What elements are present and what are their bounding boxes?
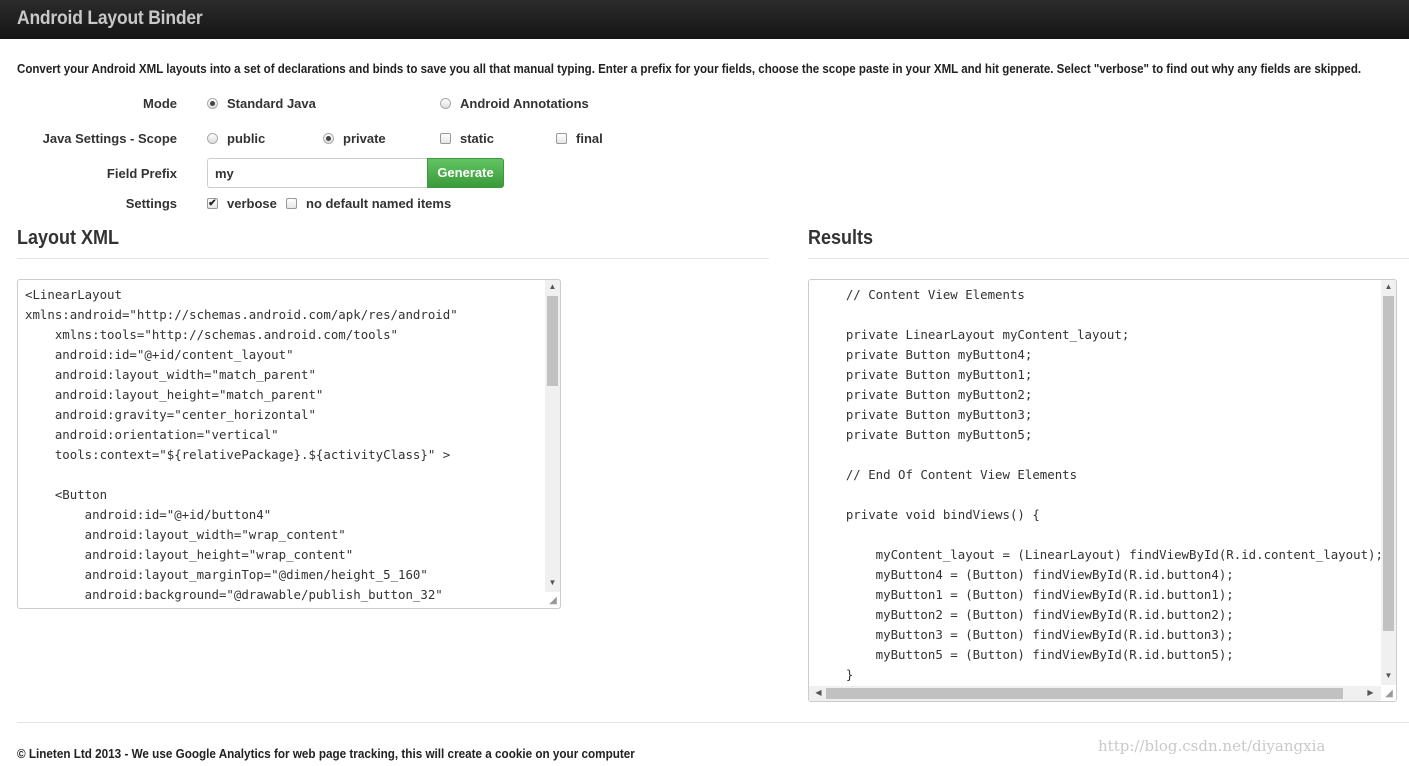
verbose-checkbox[interactable]: ✔ verbose: [207, 196, 277, 211]
checkbox-unchecked-icon[interactable]: [286, 198, 297, 209]
section-divider: [17, 258, 769, 259]
scroll-up-arrow-icon[interactable]: ▲: [545, 281, 560, 293]
app-title[interactable]: Android Layout Binder: [17, 8, 203, 30]
modifier-label: static: [460, 131, 494, 146]
mode-option-label: Android Annotations: [460, 96, 589, 111]
radio-unselected-icon[interactable]: [207, 133, 218, 144]
scroll-down-arrow-icon[interactable]: ▼: [545, 577, 560, 589]
radio-unselected-icon[interactable]: [440, 98, 451, 109]
scope-label: Java Settings - Scope: [42, 131, 177, 146]
settings-label: Settings: [125, 196, 177, 211]
scroll-left-arrow-icon[interactable]: ◀: [811, 687, 826, 699]
mode-standard-java-radio[interactable]: Standard Java: [207, 96, 316, 111]
results-heading: Results: [808, 227, 874, 249]
checkbox-unchecked-icon[interactable]: [556, 133, 567, 144]
settings-option-label: no default named items: [306, 196, 452, 211]
resize-grip-icon[interactable]: ◢: [1383, 688, 1395, 700]
layout-xml-heading: Layout XML: [17, 227, 120, 249]
no-default-named-items-checkbox[interactable]: no default named items: [286, 196, 451, 211]
final-checkbox[interactable]: final: [556, 131, 603, 146]
checkbox-unchecked-icon[interactable]: [440, 133, 451, 144]
scroll-right-arrow-icon[interactable]: ▶: [1363, 687, 1378, 699]
results-content[interactable]: // Content View Elements private LinearL…: [816, 285, 1383, 685]
scope-private-radio[interactable]: private: [323, 131, 386, 146]
scrollbar-thumb[interactable]: [1383, 296, 1394, 631]
mode-label: Mode: [143, 96, 177, 111]
vertical-scrollbar[interactable]: ▲ ▼: [545, 280, 560, 592]
footer-divider: [17, 722, 1409, 723]
field-prefix-label: Field Prefix: [106, 166, 177, 181]
results-textarea[interactable]: // Content View Elements private LinearL…: [808, 279, 1397, 702]
layout-xml-textarea[interactable]: <LinearLayout xmlns:android="http://sche…: [17, 279, 561, 609]
mode-option-label: Standard Java: [227, 96, 316, 111]
scrollbar-thumb[interactable]: [547, 296, 558, 386]
settings-option-label: verbose: [227, 196, 277, 211]
mode-android-annotations-radio[interactable]: Android Annotations: [440, 96, 589, 111]
radio-selected-icon[interactable]: [207, 98, 218, 109]
scrollbar-thumb[interactable]: [826, 688, 1343, 699]
scope-option-label: public: [227, 131, 266, 146]
intro-text: Convert your Android XML layouts into a …: [17, 61, 1362, 76]
watermark: http://blog.csdn.net/diyangxia: [1098, 737, 1326, 755]
scroll-down-arrow-icon[interactable]: ▼: [1381, 670, 1396, 682]
scroll-up-arrow-icon[interactable]: ▲: [1381, 281, 1396, 293]
layout-xml-content[interactable]: <LinearLayout xmlns:android="http://sche…: [25, 285, 458, 605]
scope-option-label: private: [343, 131, 386, 146]
modifier-label: final: [576, 131, 603, 146]
generate-button[interactable]: Generate: [427, 158, 504, 188]
top-navbar: Android Layout Binder: [0, 0, 1409, 39]
radio-selected-icon[interactable]: [323, 133, 334, 144]
vertical-scrollbar[interactable]: ▲ ▼: [1381, 280, 1396, 685]
scope-public-radio[interactable]: public: [207, 131, 265, 146]
section-divider: [808, 258, 1409, 259]
resize-grip-icon[interactable]: ◢: [547, 595, 559, 607]
field-prefix-input[interactable]: [207, 158, 427, 188]
checkbox-checked-icon[interactable]: ✔: [207, 198, 218, 209]
horizontal-scrollbar[interactable]: ◀ ▶: [809, 686, 1381, 701]
footer-text: © Lineten Ltd 2013 - We use Google Analy…: [17, 746, 635, 761]
static-checkbox[interactable]: static: [440, 131, 494, 146]
